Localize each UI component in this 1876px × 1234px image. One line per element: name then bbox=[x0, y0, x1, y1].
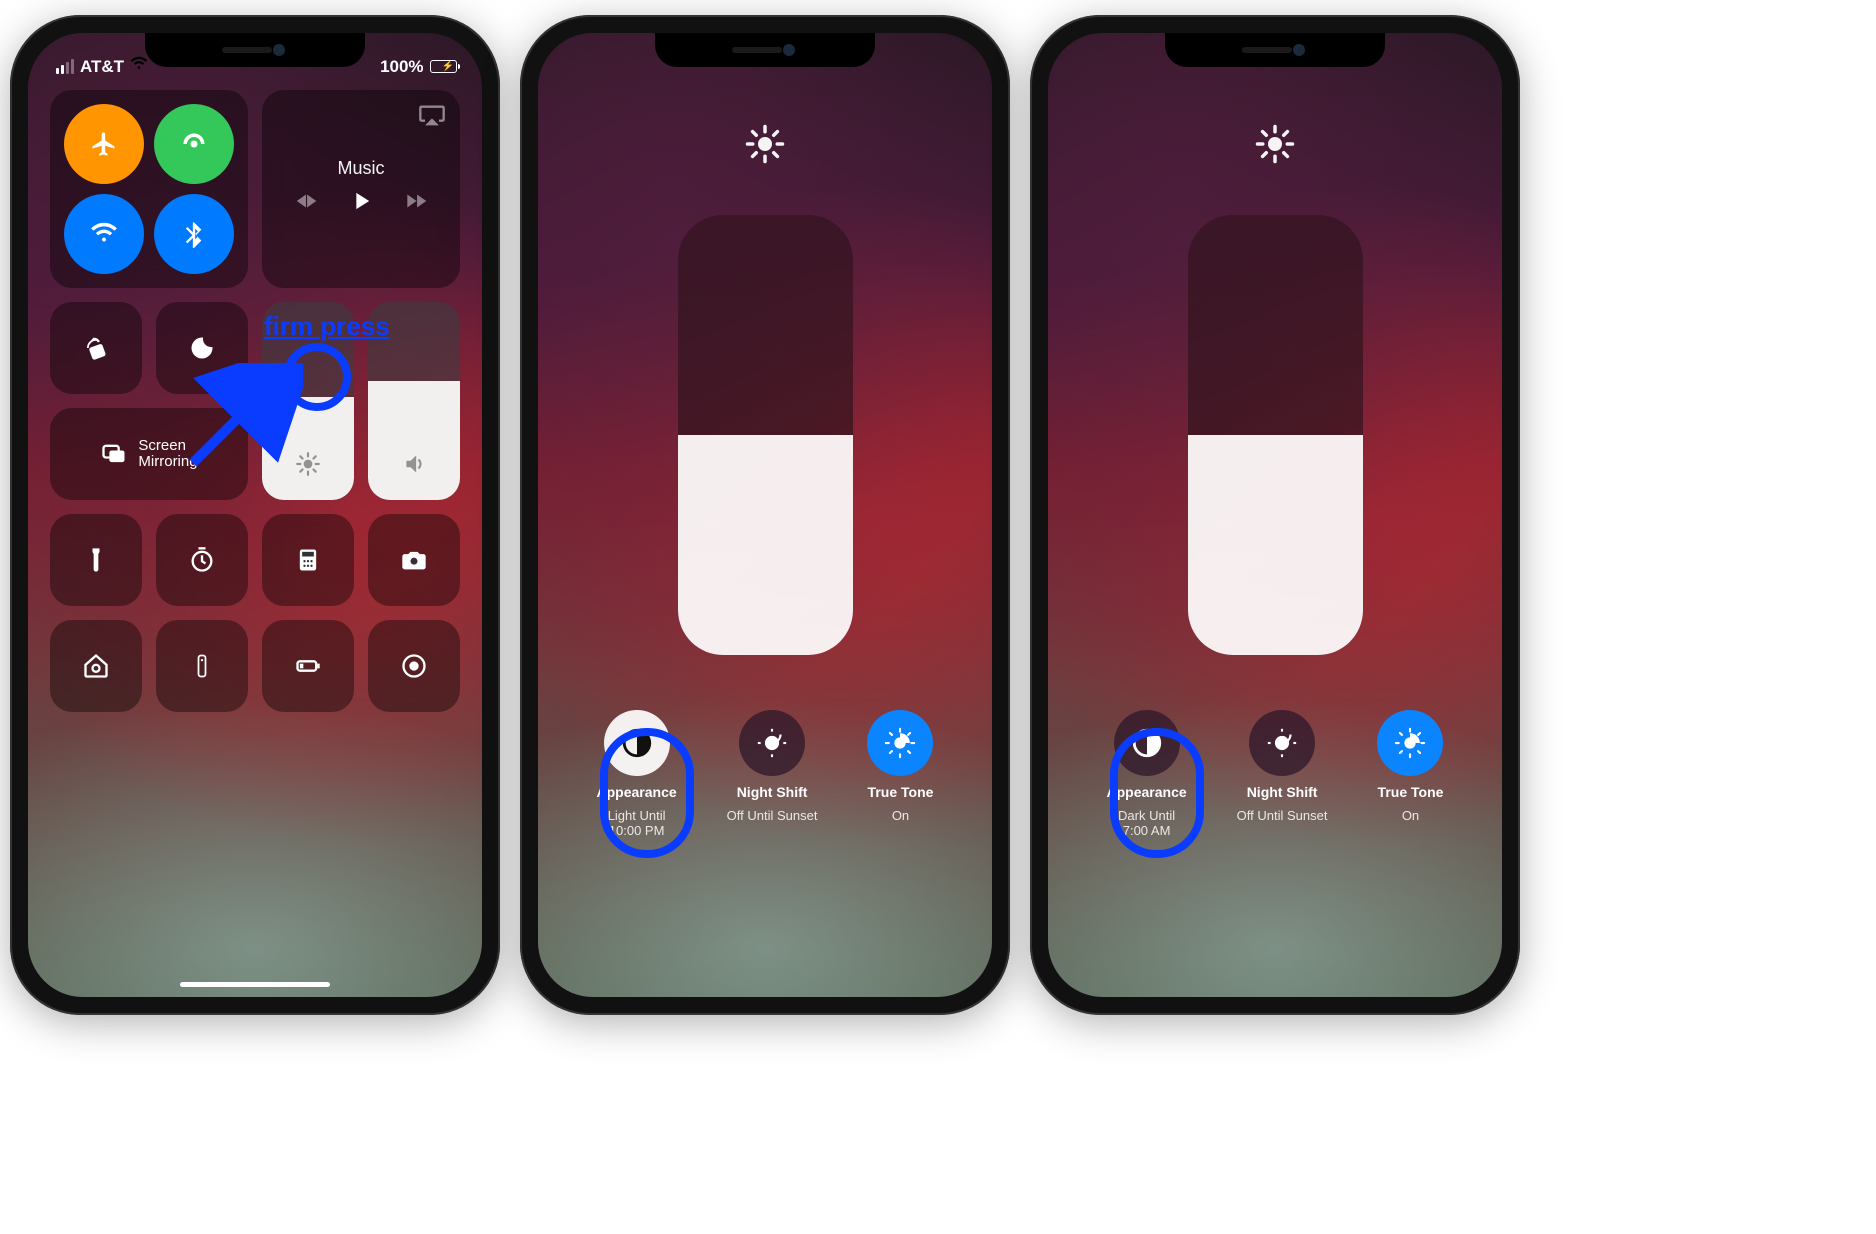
connectivity-module[interactable] bbox=[50, 90, 248, 288]
night-shift-title: Night Shift bbox=[1247, 784, 1318, 800]
brightness-top-icon bbox=[1254, 123, 1296, 170]
next-track-button[interactable] bbox=[403, 188, 429, 219]
night-shift-option[interactable]: Night Shift Off Until Sunset bbox=[1237, 710, 1328, 838]
night-shift-option[interactable]: Night Shift Off Until Sunset bbox=[727, 710, 818, 838]
battery-percent: 100% bbox=[380, 57, 423, 77]
remote-button[interactable] bbox=[156, 620, 248, 712]
screen-record-button[interactable] bbox=[368, 620, 460, 712]
home-button[interactable] bbox=[50, 620, 142, 712]
signal-bars-icon bbox=[56, 59, 74, 74]
true-tone-title: True Tone bbox=[1378, 784, 1444, 800]
brightness-top-icon bbox=[744, 123, 786, 170]
carrier-label: AT&T bbox=[80, 57, 124, 77]
cellular-toggle[interactable] bbox=[154, 104, 234, 184]
true-tone-icon bbox=[1377, 710, 1443, 776]
true-tone-option[interactable]: True Tone On bbox=[867, 710, 933, 838]
night-shift-subtitle: Off Until Sunset bbox=[727, 808, 818, 823]
prev-track-button[interactable] bbox=[293, 188, 319, 219]
annotation-arrow-icon bbox=[183, 363, 303, 473]
calculator-button[interactable] bbox=[262, 514, 354, 606]
timer-button[interactable] bbox=[156, 514, 248, 606]
music-label: Music bbox=[337, 158, 384, 179]
phone-brightness-dark: Appearance Dark Until 7:00 AM Night Shif… bbox=[1030, 15, 1520, 1015]
night-shift-icon bbox=[739, 710, 805, 776]
night-shift-icon bbox=[1249, 710, 1315, 776]
notch bbox=[1165, 33, 1385, 67]
true-tone-subtitle: On bbox=[1402, 808, 1419, 823]
wifi-toggle[interactable] bbox=[64, 194, 144, 274]
play-button[interactable] bbox=[347, 187, 375, 220]
true-tone-icon bbox=[867, 710, 933, 776]
phone-control-center: AT&T 100% ⚡ Music bbox=[10, 15, 500, 1015]
home-indicator[interactable] bbox=[180, 982, 330, 987]
true-tone-subtitle: On bbox=[892, 808, 909, 823]
night-shift-subtitle: Off Until Sunset bbox=[1237, 808, 1328, 823]
airplane-toggle[interactable] bbox=[64, 104, 144, 184]
phone-brightness-light: Appearance Light Until 10:00 PM Night Sh… bbox=[520, 15, 1010, 1015]
night-shift-title: Night Shift bbox=[737, 784, 808, 800]
brightness-big-slider[interactable] bbox=[1188, 215, 1363, 655]
volume-icon bbox=[401, 451, 427, 482]
battery-icon: ⚡ bbox=[430, 60, 454, 73]
airplay-icon[interactable] bbox=[418, 102, 446, 135]
music-module[interactable]: Music bbox=[262, 90, 460, 288]
notch bbox=[655, 33, 875, 67]
bluetooth-toggle[interactable] bbox=[154, 194, 234, 274]
wifi-status-icon bbox=[130, 55, 148, 78]
low-power-button[interactable] bbox=[262, 620, 354, 712]
annotation-circle bbox=[1110, 728, 1204, 858]
true-tone-option[interactable]: True Tone On bbox=[1377, 710, 1443, 838]
annotation-firm-press: firm press bbox=[264, 311, 390, 342]
orientation-lock-toggle[interactable] bbox=[50, 302, 142, 394]
true-tone-title: True Tone bbox=[868, 784, 934, 800]
brightness-big-slider[interactable] bbox=[678, 215, 853, 655]
notch bbox=[145, 33, 365, 67]
camera-button[interactable] bbox=[368, 514, 460, 606]
flashlight-button[interactable] bbox=[50, 514, 142, 606]
annotation-circle bbox=[600, 728, 694, 858]
